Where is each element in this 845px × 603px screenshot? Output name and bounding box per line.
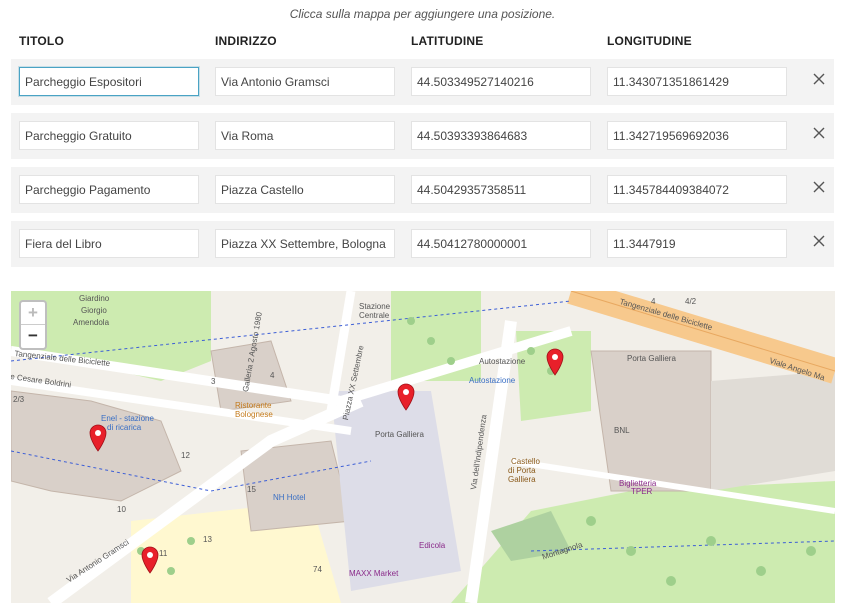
location-marker[interactable] bbox=[89, 424, 107, 452]
zoom-control: + − bbox=[19, 300, 47, 350]
longitudine-input[interactable] bbox=[607, 175, 787, 204]
location-row bbox=[11, 167, 834, 213]
map-label: Giorgio bbox=[81, 306, 107, 315]
map-label: 12 bbox=[181, 451, 190, 460]
remove-row-button[interactable] bbox=[812, 180, 826, 194]
map-label: Ristorante bbox=[235, 401, 272, 410]
map-label: Edicola bbox=[419, 541, 446, 550]
indirizzo-input[interactable] bbox=[215, 175, 395, 204]
map-label: 15 bbox=[247, 485, 256, 494]
map-hint: Clicca sulla mappa per aggiungere una po… bbox=[289, 7, 556, 21]
map-canvas[interactable]: + − Giardino Giorgio Amendola Tangenzial… bbox=[11, 291, 835, 603]
map-label: di ricarica bbox=[107, 423, 142, 432]
map-label: 10 bbox=[117, 505, 126, 514]
map-pin-icon bbox=[89, 424, 107, 452]
location-row bbox=[11, 221, 834, 267]
map-label: Enel - stazione bbox=[101, 414, 154, 423]
map-label: Autostazione bbox=[469, 376, 516, 385]
titolo-input[interactable] bbox=[19, 67, 199, 96]
map-label: Porta Galliera bbox=[627, 354, 676, 363]
column-header-indirizzo: INDIRIZZO bbox=[215, 34, 277, 48]
map-label: Galliera bbox=[508, 475, 536, 484]
location-marker[interactable] bbox=[546, 348, 564, 376]
column-header-latitudine: LATITUDINE bbox=[411, 34, 484, 48]
location-row bbox=[11, 113, 834, 159]
map-pin-icon bbox=[397, 383, 415, 411]
map-label: 13 bbox=[203, 535, 212, 544]
close-icon bbox=[813, 181, 825, 193]
map-label: 2/3 bbox=[13, 395, 25, 404]
indirizzo-input[interactable] bbox=[215, 121, 395, 150]
latitudine-input[interactable] bbox=[411, 229, 591, 258]
remove-row-button[interactable] bbox=[812, 126, 826, 140]
map-label: Stazione bbox=[359, 302, 391, 311]
close-icon bbox=[813, 127, 825, 139]
location-marker[interactable] bbox=[141, 546, 159, 574]
map-label: Centrale bbox=[359, 311, 390, 320]
remove-row-button[interactable] bbox=[812, 72, 826, 86]
map-label: 4 bbox=[270, 371, 275, 380]
map-tiles bbox=[11, 291, 835, 603]
close-icon bbox=[813, 235, 825, 247]
titolo-input[interactable] bbox=[19, 229, 199, 258]
close-icon bbox=[813, 73, 825, 85]
map-label: NH Hotel bbox=[273, 493, 306, 502]
map-label: 4 bbox=[651, 297, 656, 306]
longitudine-input[interactable] bbox=[607, 121, 787, 150]
longitudine-input[interactable] bbox=[607, 67, 787, 96]
map-label: 74 bbox=[313, 565, 322, 574]
map-label: Bolognese bbox=[235, 410, 273, 419]
location-marker[interactable] bbox=[397, 383, 415, 411]
column-header-titolo: TITOLO bbox=[19, 34, 64, 48]
indirizzo-input[interactable] bbox=[215, 67, 395, 96]
map-label: BNL bbox=[614, 426, 630, 435]
longitudine-input[interactable] bbox=[607, 229, 787, 258]
map-label: 3 bbox=[211, 377, 216, 386]
location-row bbox=[11, 59, 834, 105]
table-header: TITOLO INDIRIZZO LATITUDINE LONGITUDINE bbox=[19, 34, 829, 50]
map-label: MAXX Market bbox=[349, 569, 399, 578]
map-label: TPER bbox=[631, 487, 653, 496]
map-label: 11 bbox=[159, 549, 168, 558]
map-pin-icon bbox=[546, 348, 564, 376]
map-label: Giardino bbox=[79, 294, 110, 303]
remove-row-button[interactable] bbox=[812, 234, 826, 248]
map-label: 4/2 bbox=[685, 297, 697, 306]
column-header-longitudine: LONGITUDINE bbox=[607, 34, 692, 48]
zoom-in-button[interactable]: + bbox=[21, 302, 45, 325]
titolo-input[interactable] bbox=[19, 175, 199, 204]
map-label: Amendola bbox=[73, 318, 110, 327]
map-label: Porta Galliera bbox=[375, 430, 424, 439]
map-label: Autostazione bbox=[479, 357, 526, 366]
zoom-out-button[interactable]: − bbox=[21, 325, 45, 348]
indirizzo-input[interactable] bbox=[215, 229, 395, 258]
latitudine-input[interactable] bbox=[411, 121, 591, 150]
latitudine-input[interactable] bbox=[411, 67, 591, 96]
map-label: Castello bbox=[511, 457, 540, 466]
map-pin-icon bbox=[141, 546, 159, 574]
titolo-input[interactable] bbox=[19, 121, 199, 150]
latitudine-input[interactable] bbox=[411, 175, 591, 204]
map-label: di Porta bbox=[508, 466, 536, 475]
